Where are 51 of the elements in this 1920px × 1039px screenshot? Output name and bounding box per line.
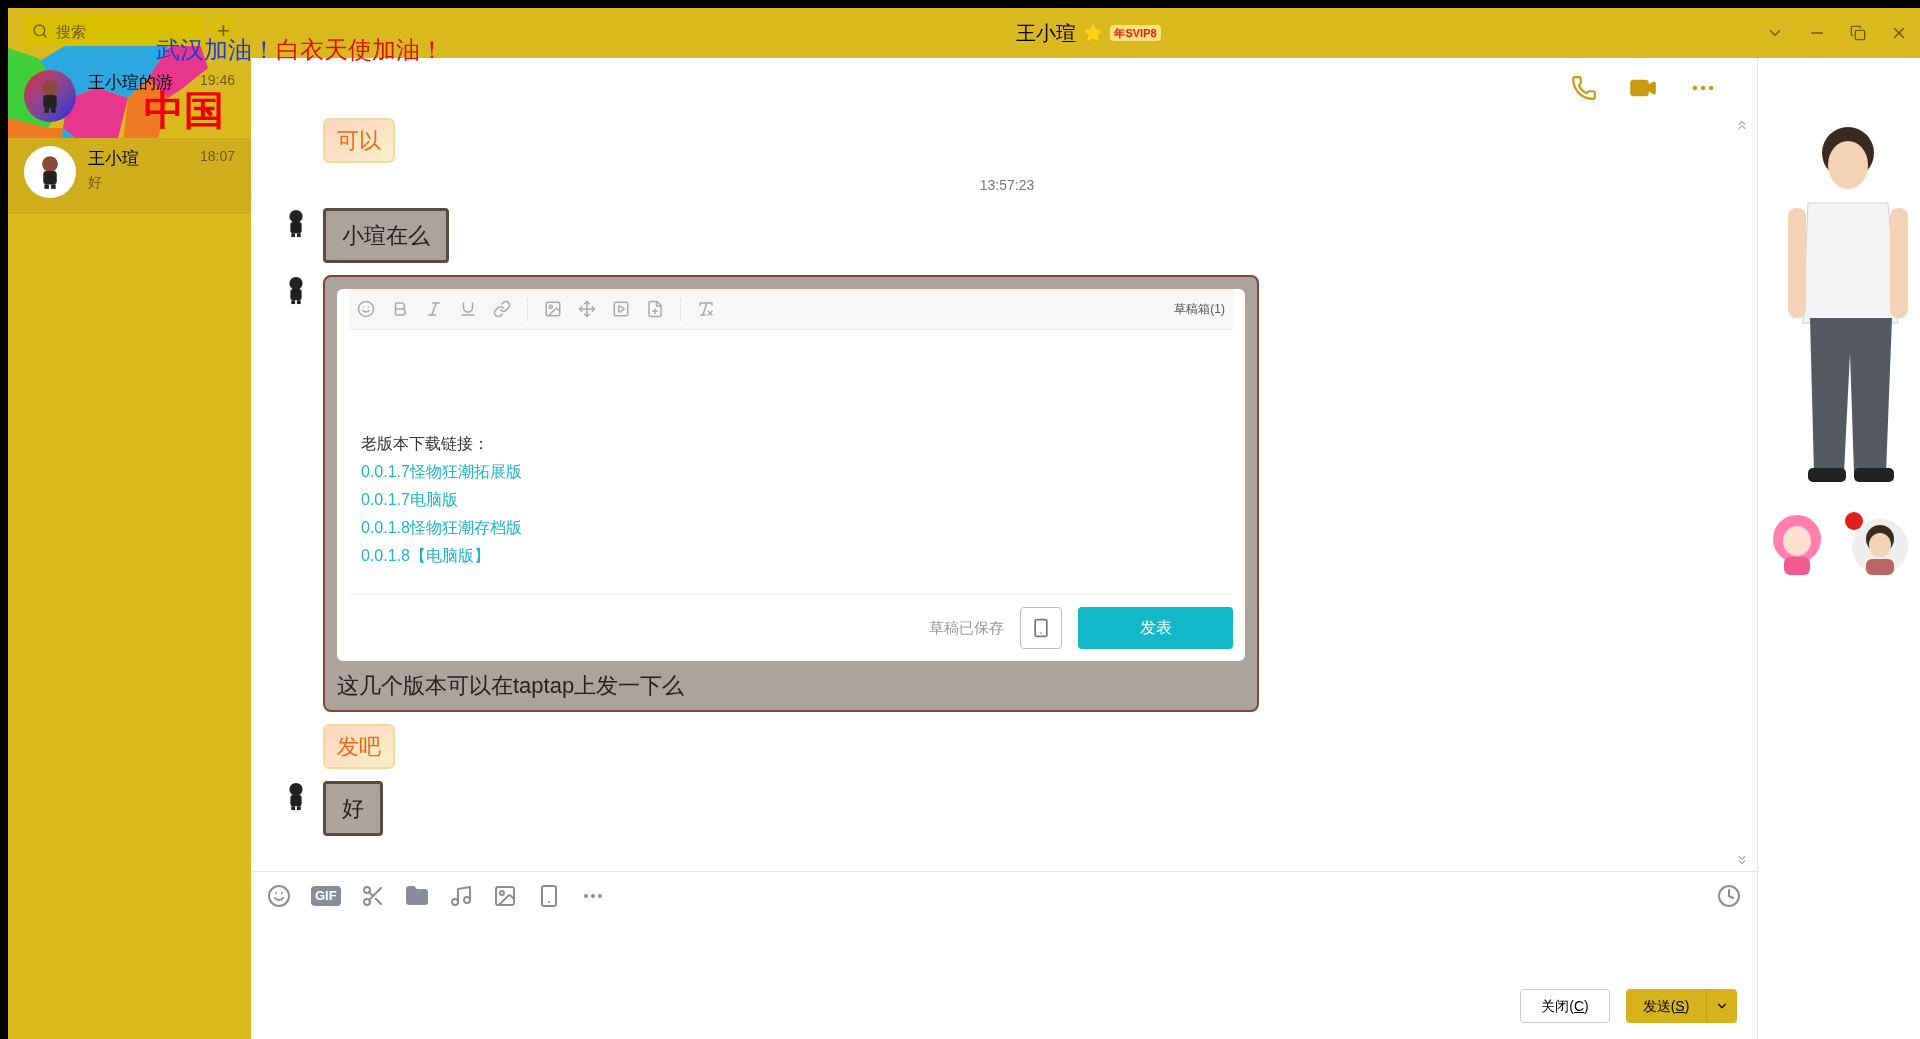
message-text: 这几个版本可以在taptap上发一下么 [337, 672, 686, 700]
gif-button[interactable]: GIF [311, 886, 341, 906]
emoji-icon[interactable] [357, 300, 375, 318]
draft-status: 草稿已保存 [929, 617, 1004, 638]
screenshot-icon[interactable] [360, 884, 385, 908]
move-icon[interactable] [578, 300, 596, 318]
download-link[interactable]: 0.0.1.8怪物狂潮存档版 [361, 519, 522, 536]
message-bubble: 好 [323, 781, 383, 836]
download-link[interactable]: 0.0.1.8【电脑版】 [361, 547, 490, 564]
contact-name: 王小瑄 [88, 148, 139, 170]
banner-slogan: 白衣天使加油！ [276, 38, 444, 62]
restore-icon[interactable] [1850, 25, 1866, 41]
sticker-bubble: 可以 [323, 118, 395, 163]
underline-icon[interactable] [459, 300, 477, 318]
folder-icon[interactable] [404, 884, 429, 908]
contact-name: 王小瑄的游 [88, 72, 173, 92]
star-icon [1084, 24, 1103, 42]
italic-icon[interactable] [425, 300, 443, 318]
download-link[interactable]: 0.0.1.7怪物狂潮拓展版 [361, 463, 522, 480]
section-heading: 老版本下载链接： [361, 434, 490, 454]
phone-icon [1031, 618, 1051, 638]
send-button[interactable]: 发送(S) [1626, 989, 1737, 1023]
image-icon[interactable] [492, 884, 517, 908]
sticker-bubble: 发吧 [323, 724, 395, 769]
window-title: 王小瑄 [1016, 21, 1077, 46]
timestamp: 13:57:23 [979, 176, 1035, 195]
emoji-icon[interactable] [267, 884, 291, 908]
mobile-preview-button[interactable] [1020, 607, 1062, 649]
banner-overlay-text: 中国 [144, 90, 224, 130]
publish-button[interactable]: 发表 [1078, 607, 1233, 649]
file-icon[interactable] [646, 300, 664, 318]
contact-time: 18:07 [199, 147, 235, 166]
image-icon[interactable] [544, 300, 562, 318]
draft-box-link[interactable]: 草稿箱(1) [1174, 300, 1225, 318]
music-icon[interactable] [448, 884, 473, 908]
close-button[interactable]: 关闭(C) [1520, 989, 1610, 1023]
video-icon[interactable] [612, 300, 630, 318]
vip-badge: 年SVIP8 [1110, 24, 1161, 42]
clear-format-icon[interactable] [697, 300, 715, 318]
link-icon[interactable] [493, 300, 511, 318]
scroll-bottom-icon[interactable] [1735, 853, 1749, 867]
search-icon [32, 23, 48, 39]
message-preview: 好 [88, 172, 103, 192]
contact-time: 19:46 [199, 71, 235, 90]
contact-item[interactable]: 王小瑄 18:07 好 [8, 138, 251, 214]
message-bubble: 小瑄在么 [323, 208, 449, 263]
scroll-top-icon[interactable] [1735, 118, 1749, 132]
download-link[interactable]: 0.0.1.7电脑版 [361, 491, 458, 508]
history-icon[interactable] [1717, 884, 1741, 908]
phone-call-icon[interactable] [1571, 75, 1597, 101]
contact-item[interactable]: 中国 王小瑄的游 19:46 [8, 62, 251, 138]
